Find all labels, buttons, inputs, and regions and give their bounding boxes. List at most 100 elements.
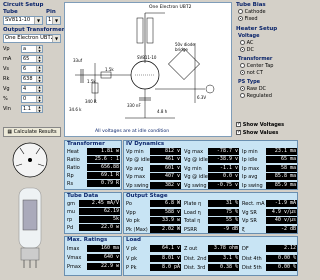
param-value: 6 [23,66,27,72]
param-field-vg[interactable]: 4 ▲ ▼ [21,85,43,93]
tube-select-value: SV811-10 [5,17,31,23]
param-label: Vp [3,46,10,52]
iv-dynamics-label: Ip max [242,165,260,172]
iv-dynamics-value: 58 ma [266,164,297,172]
spinner-icon[interactable]: ▲ ▼ [36,46,42,52]
voltage-option-dc[interactable]: DC [240,47,254,53]
schematic-top-label: One Electron UBT2 [149,5,192,10]
radio-icon[interactable] [240,47,245,52]
iv-dynamics-value: 601 v [150,164,181,172]
output-stage-label: PSRR [184,226,198,233]
chevron-down-icon[interactable]: ▼ [34,17,42,24]
param-field-pct[interactable]: 0 ▲ ▼ [21,95,43,103]
spinner-icon[interactable]: ▲ ▼ [36,86,42,92]
output-stage-label: Rect. mA [242,201,265,207]
transformer-title: Transformer [67,141,105,147]
output-stage-value: 588 v [150,208,181,216]
schematic-cap-label: 33uf [73,58,83,63]
tube-select[interactable]: SV811-10 ▼ [3,16,43,25]
calculate-results-button[interactable]: ▦ Calculate Results [3,127,61,137]
bias-option-cathode[interactable]: Cathode [238,9,266,15]
output-transformer-select[interactable]: One Electron UBT2 ▼ [3,34,61,43]
spinner-icon[interactable]: ▲ ▼ [36,106,42,112]
bias-option-fixed[interactable]: Fixed [238,16,258,22]
max-ratings-title: Max. Ratings [67,237,108,243]
transformer-option-ct[interactable]: Center Tap [240,63,273,69]
param-field-vp[interactable]: a ▲ ▼ [21,45,43,53]
pin-select[interactable]: 1 ▼ [46,16,61,25]
checkbox-icon[interactable] [236,129,241,135]
load-value: 0.38 % [208,264,239,271]
param-value: 638 [23,76,33,82]
tube-data-value: 22.0 w [79,224,120,231]
param-field-ma[interactable]: 65 ▲ ▼ [21,55,43,63]
calculate-results-label: Calculate Results [13,129,57,135]
iv-dynamics-label: Vg swing [184,182,207,189]
radio-icon[interactable] [238,9,243,14]
iv-dynamics-label: Vp avg [126,165,144,172]
radio-icon[interactable] [240,70,245,75]
load-value: 0.00 % [266,264,297,271]
chevron-down-icon[interactable]: ▼ [52,17,60,24]
schematic-res1: 1.5k [105,67,114,72]
param-label: % [3,96,8,102]
ps-option-regulated[interactable]: Regulated [240,93,272,99]
iv-dynamics-value: 407 v [150,173,181,181]
spinner-icon[interactable]: ▲ ▼ [36,66,42,72]
max-rating-value: 160 ma [87,245,120,252]
show-voltages-checkbox[interactable]: Show Voltages [236,121,284,128]
schematic-bridge-label: 50v diode bridge [175,42,195,52]
transformer-row-value: 0.79 R [87,180,120,187]
radio-icon[interactable] [238,16,243,21]
load-value: 2.12 [266,245,297,252]
heater-setup-title: Heater Setup [236,26,278,32]
param-field-rk[interactable]: 638 ▲ ▼ [21,75,43,83]
iv-dynamics-value: -38.9 v [208,156,239,164]
output-stage-label: Vp SR [242,218,257,225]
voltage-option-ac[interactable]: AC [240,40,253,46]
calculator-icon: ▦ [7,129,13,135]
checkbox-icon[interactable] [236,121,241,127]
spinner-icon[interactable]: ▲ ▼ [36,96,42,102]
transformer-row-label: Rs [67,181,74,187]
max-ratings-panel: Max. Ratings Imax 160 ma Vmax 640 v Pmax… [64,236,122,276]
ps-type-label: PS Type [238,79,261,85]
spinner-icon[interactable]: ▲ ▼ [36,76,42,82]
load-panel: Load V pk 64.1 vZ out 3.78 ohm DF 2.12 V pk 8.… [123,236,298,276]
ps-option-raw[interactable]: Raw DC [240,86,266,92]
schematic-res4: 34.6 k [69,107,82,112]
param-field-vs[interactable]: 6 ▲ ▼ [21,65,43,73]
max-rating-label: Imax [67,246,80,252]
transformer-row-value: 656.88 [87,164,120,171]
load-label: Dist. 3rd [184,265,206,271]
output-stage-value: 40 v/μs [266,217,297,225]
output-stage-value: 75 % [208,208,239,216]
param-field-vin[interactable]: 1.1 ▲ ▼ [21,105,43,113]
iv-dynamics-value: 812 v [150,148,181,155]
radio-icon[interactable] [240,93,245,98]
transformer-row-value: 1.81 w [87,148,120,155]
tube-data-title: Tube Data [67,193,99,199]
iv-dynamics-value: 85.8 ma [266,173,297,181]
tube-data-value: 2.45 mA/V [79,200,120,207]
output-stage-value: 2.02 W [150,225,181,233]
output-stage-value: 31 % [208,200,239,207]
schematic-panel: One Electron UBT2 33uf 50v diode bridge … [64,2,232,137]
output-stage-label: Plate η [184,201,202,207]
spinner-icon[interactable]: ▲ ▼ [36,56,42,62]
output-stage-label: Load η [184,209,201,216]
iv-dynamics-value: -0.75 v [208,181,239,189]
param-value: 0 [23,96,27,102]
radio-icon[interactable] [240,40,245,45]
transformer-option-notct[interactable]: not CT [240,70,263,76]
radio-icon[interactable] [240,86,245,91]
load-label: DF [242,246,249,252]
output-stage-label: Vg SR [242,209,257,216]
iv-dynamics-label: Vg @ idle [184,174,208,181]
schematic-cap2: 330 nF [127,103,141,108]
chevron-down-icon[interactable]: ▼ [52,35,60,42]
voltage-label: Voltage [238,33,260,39]
radio-icon[interactable] [240,63,245,68]
show-values-checkbox[interactable]: Show Values [236,129,278,136]
iv-dynamics-value: 85.9 ma [266,181,297,189]
